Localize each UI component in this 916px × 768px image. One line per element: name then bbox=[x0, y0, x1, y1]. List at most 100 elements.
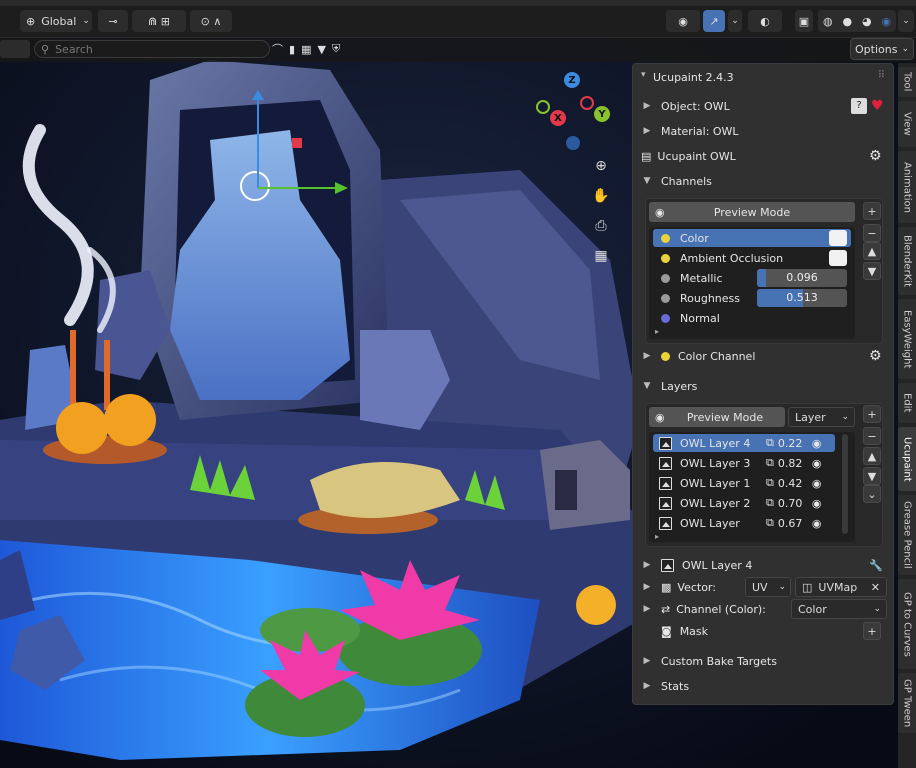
add-channel-button[interactable]: + bbox=[863, 202, 881, 220]
blend-icon[interactable]: ⧉ bbox=[766, 516, 774, 530]
editor-type-button[interactable] bbox=[0, 40, 30, 58]
layer-row[interactable]: OWL Layer 3 ⧉ 0.82 ◉ bbox=[653, 454, 835, 472]
material-shading-icon[interactable]: ◕ bbox=[862, 15, 872, 28]
tab-view[interactable]: View bbox=[898, 101, 916, 147]
tab-blenderkit[interactable]: BlenderKit bbox=[898, 227, 916, 295]
color-swatch[interactable] bbox=[829, 250, 847, 266]
move-down-button[interactable]: ▼ bbox=[863, 262, 881, 280]
blend-icon[interactable]: ⧉ bbox=[766, 476, 774, 490]
remove-channel-button[interactable]: − bbox=[863, 224, 881, 242]
layer-opacity[interactable]: 0.70 bbox=[778, 497, 812, 510]
zoom-icon[interactable]: ⊕ bbox=[589, 154, 613, 178]
channels-header[interactable]: ▼ Channels bbox=[641, 170, 887, 192]
shield-icon[interactable]: ⛨ bbox=[332, 42, 340, 56]
gizmo-neg-y[interactable] bbox=[536, 100, 550, 114]
material-section[interactable]: ▶ Material: OWL bbox=[641, 120, 887, 142]
wrench-icon[interactable]: 🔧 bbox=[869, 559, 883, 572]
tab-easyweight[interactable]: EasyWeight bbox=[898, 299, 916, 379]
gear-icon[interactable]: ⚙ bbox=[869, 148, 882, 164]
shading-dropdown[interactable]: ⌄ bbox=[898, 10, 914, 32]
blend-icon[interactable]: ⧉ bbox=[766, 456, 774, 470]
add-layer-button[interactable]: + bbox=[863, 405, 881, 423]
move-layer-down-button[interactable]: ▼ bbox=[863, 467, 881, 485]
tab-grease-pencil[interactable]: Grease Pencil bbox=[898, 495, 916, 575]
tab-gp-to-curves[interactable]: GP to Curves bbox=[898, 579, 916, 669]
grid-perspective-icon[interactable]: ▦ bbox=[589, 244, 613, 268]
layer-menu-button[interactable]: ⌄ bbox=[863, 485, 881, 503]
color-swatch[interactable] bbox=[829, 230, 847, 246]
layer-row[interactable]: OWL Layer 4 ⧉ 0.22 ◉ bbox=[653, 434, 835, 452]
bookmark-icon[interactable]: ▮ bbox=[289, 43, 295, 56]
channel-row[interactable]: Color bbox=[653, 229, 851, 247]
view-layout-icon[interactable]: ▦ bbox=[301, 43, 311, 56]
tab-animation[interactable]: Animation bbox=[898, 151, 916, 223]
layer-opacity[interactable]: 0.42 bbox=[778, 477, 812, 490]
collapse-icon[interactable]: ▾ bbox=[641, 70, 646, 80]
eye-icon[interactable]: ◉ bbox=[812, 477, 822, 490]
eye-icon[interactable]: ◉ bbox=[812, 497, 822, 510]
eye-icon[interactable]: ◉ bbox=[812, 457, 822, 470]
layers-preview-mode-button[interactable]: ◉ Preview Mode bbox=[649, 407, 785, 427]
options-button[interactable]: Options ⌄ bbox=[850, 38, 914, 60]
vector-type-select[interactable]: UV ⌄ bbox=[745, 577, 791, 597]
layer-row[interactable]: OWL Layer 2 ⧉ 0.70 ◉ bbox=[653, 494, 835, 512]
layer-row[interactable]: OWL Layer ⧉ 0.67 ◉ bbox=[653, 514, 835, 532]
filter-icon[interactable]: ▼ bbox=[317, 43, 325, 56]
custom-bake-section[interactable]: ▶ Custom Bake Targets bbox=[641, 650, 887, 672]
gear-icon[interactable]: ⚙ bbox=[869, 348, 882, 364]
rendered-shading-icon[interactable]: ◉ bbox=[881, 15, 891, 28]
layers-header[interactable]: ▼ Layers bbox=[641, 375, 887, 397]
hand-pan-icon[interactable]: ✋ bbox=[589, 184, 613, 208]
layers-mode-select[interactable]: Layer ⌄ bbox=[788, 407, 855, 427]
camera-icon[interactable]: ⎙ bbox=[589, 214, 613, 238]
xray-button[interactable]: ▣ bbox=[795, 10, 813, 32]
solid-shading-icon[interactable]: ● bbox=[842, 15, 852, 28]
gizmo-z-axis[interactable]: Z bbox=[564, 72, 580, 88]
layer-opacity[interactable]: 0.67 bbox=[778, 517, 812, 530]
layer-row[interactable]: OWL Layer 1 ⧉ 0.42 ◉ bbox=[653, 474, 835, 492]
channel-color-select[interactable]: Color ⌄ bbox=[791, 599, 887, 619]
close-icon[interactable]: ✕ bbox=[871, 581, 880, 594]
add-mask-button[interactable]: + bbox=[863, 622, 881, 640]
visibility-button[interactable]: ◉ bbox=[666, 10, 700, 32]
search-field[interactable]: ⚲ bbox=[34, 40, 270, 58]
eye-icon[interactable]: ◉ bbox=[812, 437, 822, 450]
drag-handle-icon[interactable]: ⠿ bbox=[878, 70, 885, 81]
remove-layer-button[interactable]: − bbox=[863, 427, 881, 445]
gizmo-toggle-button[interactable]: ↗ bbox=[703, 10, 725, 32]
move-up-button[interactable]: ▲ bbox=[863, 242, 881, 260]
gizmo-y-axis[interactable]: Y bbox=[594, 106, 610, 122]
eye-icon[interactable]: ◉ bbox=[812, 517, 822, 530]
heart-icon[interactable]: ♥ bbox=[871, 98, 884, 114]
list-expand-icon[interactable]: ▸ bbox=[655, 327, 659, 336]
gizmo-neg-z[interactable] bbox=[566, 136, 580, 150]
layer-list-scrollbar[interactable] bbox=[842, 434, 848, 534]
channel-row[interactable]: Ambient Occlusion bbox=[653, 249, 851, 267]
snapping-button[interactable]: ⋒ ⊞ bbox=[132, 10, 186, 32]
expand-icon[interactable]: ▶ bbox=[641, 582, 653, 592]
collapse-icon[interactable]: ⌒ bbox=[272, 41, 283, 57]
channel-row[interactable]: Normal bbox=[653, 309, 851, 327]
layer-opacity[interactable]: 0.22 bbox=[778, 437, 812, 450]
color-channel-section[interactable]: ▶ Color Channel ⚙ bbox=[641, 345, 887, 367]
stats-section[interactable]: ▶ Stats bbox=[641, 675, 887, 697]
list-expand-icon[interactable]: ▸ bbox=[655, 532, 659, 541]
channel-row[interactable]: Metallic 0.096 bbox=[653, 269, 851, 287]
layer-opacity[interactable]: 0.82 bbox=[778, 457, 812, 470]
search-input[interactable] bbox=[55, 42, 246, 56]
uvmap-field[interactable]: ◫ UVMap ✕ bbox=[795, 577, 887, 597]
tab-ucupaint[interactable]: Ucupaint bbox=[898, 427, 916, 491]
wireframe-shading-icon[interactable]: ◍ bbox=[823, 15, 833, 28]
channels-preview-mode-button[interactable]: ◉ Preview Mode bbox=[649, 202, 855, 222]
transform-orientation-dropdown[interactable]: ⊕ Global ⌄ bbox=[20, 10, 92, 32]
blend-icon[interactable]: ⧉ bbox=[766, 436, 774, 450]
shading-modes[interactable]: ◍ ● ◕ ◉ bbox=[818, 10, 896, 32]
gizmo-dropdown[interactable]: ⌄ bbox=[728, 10, 742, 32]
gizmo-neg-x[interactable] bbox=[580, 96, 594, 110]
tab-gp-tween[interactable]: GP Tween bbox=[898, 673, 916, 733]
help-icon[interactable]: ? bbox=[851, 98, 867, 114]
proportional-editing-button[interactable]: ⊙ ∧ bbox=[190, 10, 232, 32]
expand-icon[interactable]: ▶ bbox=[641, 604, 653, 614]
gizmo-x-axis[interactable]: X bbox=[550, 110, 566, 126]
channel-value-slider[interactable]: 0.096 bbox=[757, 269, 847, 287]
